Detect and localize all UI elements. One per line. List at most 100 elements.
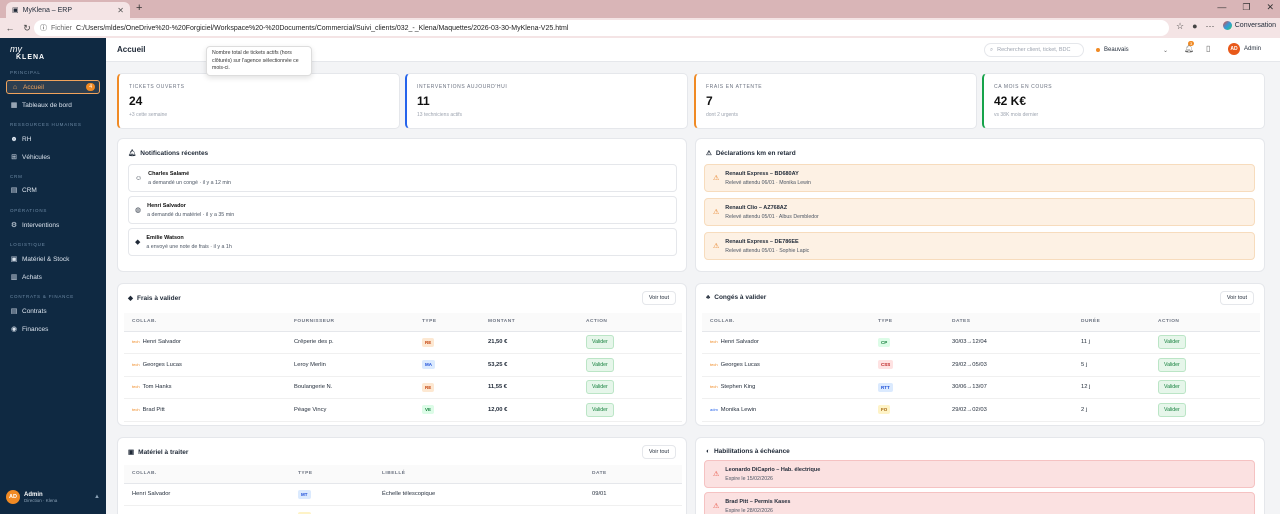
favorite-star-icon[interactable]: ☆: [1176, 21, 1184, 32]
sidebar-item-vehicules[interactable]: ⊞ Véhicules: [6, 150, 100, 164]
amount-cell: 12,00 €: [480, 398, 578, 422]
sidebar-item-tableaux[interactable]: ▦ Tableaux de bord: [6, 98, 100, 112]
card-title: ▣ Matériel à traiter: [128, 448, 188, 457]
sidebar-item-interventions[interactable]: ⚙ Interventions: [6, 218, 100, 232]
notification-desc: a demandé du matériel · il y a 35 min: [147, 211, 235, 218]
collab-cell: tech Henri Salvador: [702, 331, 870, 354]
admin-menu[interactable]: AD Admin: [1228, 43, 1261, 55]
sidebar-item-achats[interactable]: ▥ Achats: [6, 270, 100, 284]
card-title-text: Habilitations à échéance: [713, 448, 790, 455]
validate-button[interactable]: Valider: [1158, 402, 1186, 417]
section-operations: OPÉRATIONS: [10, 208, 48, 213]
main-content: Accueil ⌕ Rechercher client, ticket, BDC…: [106, 38, 1280, 514]
reload-icon[interactable]: ↻: [20, 23, 34, 34]
see-all-button[interactable]: Voir tout: [641, 445, 676, 459]
duration-cell: 12 j: [1073, 376, 1150, 399]
collab-name: Henri Salvador: [720, 339, 759, 346]
collab-cell: tech Brad Pitt: [124, 398, 286, 422]
habilitation-item[interactable]: ⚠ Brad Pitt – Permis Kases Expire le 28/0…: [704, 492, 1255, 514]
km-alert-item[interactable]: ⚠ Renault Express – DE786EE Relevé attend…: [704, 232, 1255, 260]
collab-cell: tech Tom Hanks: [124, 376, 286, 399]
conversation-button[interactable]: Conversation: [1222, 21, 1276, 30]
see-all-button[interactable]: Voir tout: [1219, 291, 1254, 305]
conversation-label: Conversation: [1234, 22, 1276, 29]
close-window-icon[interactable]: ✕: [1266, 2, 1274, 13]
action-cell: Valider: [1150, 398, 1260, 422]
tab-title: MyKlena – ERP: [22, 6, 73, 14]
collab-cell: Henri Salvador: [124, 483, 290, 506]
alert-desc: Relevé attendu 05/01 · Sophie Lapic: [725, 247, 810, 254]
notification-desc: a envoyé une note de frais · il y a 1h: [146, 243, 232, 250]
type-cell: MA: [414, 353, 480, 377]
km-alert-item[interactable]: ⚠ Renault Express – BD680AY Relevé attend…: [704, 164, 1255, 192]
validate-button[interactable]: Valider: [586, 380, 614, 395]
type-cell: RE: [414, 376, 480, 399]
sidebar-item-rh[interactable]: ☻ RH: [6, 132, 100, 146]
see-all-button[interactable]: Voir tout: [641, 291, 676, 305]
collab-cell: tech Henri Salvador: [124, 331, 286, 354]
validate-button[interactable]: Valider: [586, 402, 614, 417]
sidebar-item-finances[interactable]: ◉ Finances: [6, 322, 100, 336]
kpi-card-ca[interactable]: CA MOIS EN COURS 42 K€ vs 38K mois derni…: [982, 73, 1265, 129]
column-header: LIBELLÉ: [374, 465, 584, 484]
profile-icon[interactable]: ●: [1192, 21, 1197, 32]
column-header: DATE: [584, 465, 682, 484]
notification-item[interactable]: ◍ Henri Salvador a demandé du matériel · …: [128, 196, 677, 224]
sidebar-item-accueil[interactable]: ⌂ Accueil 4: [6, 80, 100, 94]
expense-icon: ◆: [135, 239, 141, 246]
kpi-card-frais[interactable]: FRAIS EN ATTENTE 7 dont 2 urgents: [694, 73, 977, 129]
collab-name: Henri Salvador: [142, 339, 181, 346]
km-alert-item[interactable]: ⚠ Renault Clio – AZ768AZ Relevé attendu 0…: [704, 198, 1255, 226]
search-input[interactable]: ⌕ Rechercher client, ticket, BDC: [984, 43, 1084, 57]
avatar: AD: [6, 490, 20, 504]
alert-desc: Relevé attendu 06/01 · Monika Lewin: [725, 179, 811, 186]
logo-top: my: [10, 44, 22, 54]
date-cell: 08/01: [584, 505, 682, 514]
card-title-text: Congés à valider: [714, 294, 767, 301]
sidebar-item-contrats[interactable]: ▤ Contrats: [6, 304, 100, 318]
new-tab-icon[interactable]: +: [136, 2, 142, 14]
type-cell: RE: [414, 331, 480, 354]
agency-select[interactable]: Beauvais ⌄: [1092, 43, 1172, 57]
clipboard-icon[interactable]: ▯: [1206, 44, 1210, 53]
more-icon[interactable]: ⋯: [1206, 21, 1215, 32]
user-role: Direction · Klena: [24, 497, 58, 503]
notification-item[interactable]: ☺ Charles Salamé a demandé un congé · il …: [128, 164, 677, 192]
kpi-card-tickets[interactable]: TICKETS OUVERTS 24 +3 cette semaine: [117, 73, 400, 129]
validate-button[interactable]: Valider: [586, 335, 614, 350]
kpi-sub: dont 2 urgents: [706, 112, 738, 118]
role-tag: tech: [132, 361, 140, 367]
validate-button[interactable]: Valider: [1158, 357, 1186, 372]
minimize-icon[interactable]: —: [1217, 2, 1226, 13]
back-icon[interactable]: ←: [3, 23, 17, 33]
restore-icon[interactable]: ❐: [1242, 2, 1250, 13]
bell-icon: 🔔︎: [128, 150, 137, 157]
notification-item[interactable]: ◆ Emilie Watson a envoyé une note de frai…: [128, 228, 677, 256]
kpi-sub: vs 38K mois dernier: [994, 112, 1039, 118]
collab-cell: Georges Lucas: [124, 505, 290, 514]
page-title: Accueil: [117, 45, 146, 54]
type-cell: RTT: [870, 376, 944, 399]
habilitation-item[interactable]: ⚠ Leonardo DiCaprio – Hab. électrique Exp…: [704, 460, 1255, 488]
card-title-text: Notifications récentes: [140, 149, 209, 157]
validate-button[interactable]: Valider: [586, 357, 614, 372]
validate-button[interactable]: Valider: [1158, 335, 1186, 350]
sidebar-item-label: CRM: [22, 186, 37, 194]
table-row: Georges Lucas EPI Pantalon XL + 3 art. 0…: [124, 505, 682, 514]
browser-tab[interactable]: ▣ MyKlena – ERP ✕: [6, 2, 130, 18]
close-tab-icon[interactable]: ✕: [117, 6, 124, 15]
action-cell: Valider: [578, 353, 682, 377]
frais-table: COLLAB. FOURNISSEUR TYPE MONTANT ACTION …: [124, 313, 682, 422]
materiel-card: ▣ Matériel à traiter Voir tout COLLAB. TY…: [117, 437, 687, 514]
sidebar-item-materiel[interactable]: ▣ Matériel & Stock: [6, 252, 100, 266]
user-menu[interactable]: AD Admin Direction · Klena ▲: [6, 486, 100, 508]
collab-name: Georges Lucas: [720, 361, 760, 368]
address-bar[interactable]: ⓘ Fichier C:/Users/mldes/OneDrive%20-%20…: [34, 20, 1169, 36]
kpi-card-interventions[interactable]: INTERVENTIONS AUJOURD'HUI 11 13 technici…: [405, 73, 688, 129]
document-icon: ▤: [10, 308, 18, 315]
page-icon: ▣: [12, 7, 19, 14]
bell-icon[interactable]: 🔔︎ 3: [1184, 41, 1195, 53]
sidebar-item-crm[interactable]: ▤ CRM: [6, 183, 100, 197]
notification-name: Henri Salvador: [147, 202, 186, 209]
validate-button[interactable]: Valider: [1158, 380, 1186, 395]
